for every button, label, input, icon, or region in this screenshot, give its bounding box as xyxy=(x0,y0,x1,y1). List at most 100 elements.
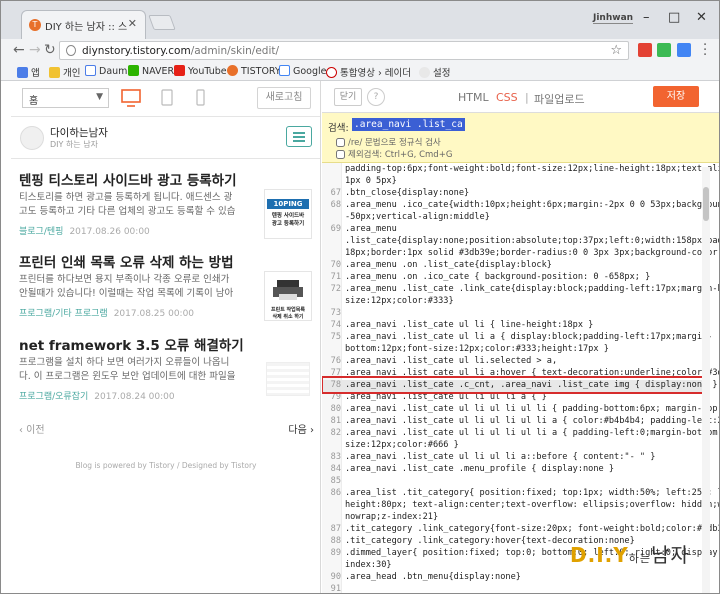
code-line[interactable]: 81 .area_navi .list_cate ul li ul li ul l… xyxy=(322,416,719,428)
code-line[interactable]: 18px;border:1px solid #3db39e;border-rad… xyxy=(322,248,719,260)
bookmark-radar[interactable]: 통합영상 › 레이더 xyxy=(326,65,411,79)
extension-icon[interactable] xyxy=(677,43,691,57)
post-title[interactable]: 텐핑 티스토리 사이드바 광고 등록하기 xyxy=(19,169,314,189)
mobile-view-icon[interactable] xyxy=(196,89,205,107)
code-line[interactable]: 84 .area_navi .list_cate .menu_profile { … xyxy=(322,464,702,476)
hamburger-menu-icon[interactable] xyxy=(286,126,312,147)
editor-scrollbar[interactable] xyxy=(702,167,710,593)
code-line[interactable]: 68 .area_menu .ico_cate{width:10px;height… xyxy=(322,200,719,212)
blog-title[interactable]: 다이하는남자 xyxy=(50,125,108,140)
code-line[interactable]: 73 xyxy=(322,308,702,320)
regex-checkbox[interactable] xyxy=(336,138,345,147)
code-line[interactable]: 82 .area_navi .list_cate ul li ul li ul l… xyxy=(322,428,719,440)
post-excerpt: 프로그램을 설치 하다 보면 여러가지 오류들이 나옵니다. 이 프로그램은 윈… xyxy=(19,357,236,382)
code-line[interactable]: 91 xyxy=(322,584,702,593)
code-line[interactable]: size:12px;color:#666 } xyxy=(322,440,702,452)
desktop-view-icon[interactable] xyxy=(121,89,141,107)
code-line[interactable]: -50px;vertical-align:middle} xyxy=(322,212,702,224)
code-line[interactable]: 85 xyxy=(322,476,702,488)
search-input[interactable]: .area_navi .list_ca xyxy=(352,118,465,131)
code-line[interactable]: 86 .area_list .tit_category{ position:fix… xyxy=(322,488,719,500)
next-link[interactable]: 다음 › xyxy=(288,421,314,436)
list-item[interactable]: 프린터 인쇄 목록 오류 삭제 하는 방법 프린터를 하다보면 용지 부족이나 … xyxy=(19,251,314,321)
line-number: 69 xyxy=(330,224,341,234)
bookmark-google[interactable]: Google xyxy=(279,65,327,77)
code-line[interactable]: 80 .area_navi .list_cate ul li ul li ul l… xyxy=(322,404,719,416)
tab-html[interactable]: HTML xyxy=(458,91,489,104)
bookmark-tistory[interactable]: TISTORY xyxy=(227,65,281,77)
regex-option[interactable]: /re/ 문법으로 정규식 검사 xyxy=(336,136,441,148)
code-line[interactable]: padding-top:6px;font-weight:bold;font-si… xyxy=(322,164,719,176)
code-line[interactable]: .list_cate{display:none;position:absolut… xyxy=(322,236,719,248)
close-editor-button[interactable]: 닫기 xyxy=(334,88,362,106)
code-line[interactable]: 76 .area_navi .list_cate ul li.selected >… xyxy=(322,356,702,368)
window-close-icon[interactable]: ✕ xyxy=(696,10,707,25)
save-button[interactable]: 저장 xyxy=(653,86,699,107)
minimize-icon[interactable]: – xyxy=(643,10,650,25)
profile-name[interactable]: Jinhwan xyxy=(593,13,634,24)
bookmark-apps[interactable]: 앱 xyxy=(17,65,40,79)
post-title[interactable]: net framework 3.5 오류 해결하기 xyxy=(19,334,314,354)
post-thumbnail[interactable] xyxy=(264,354,312,404)
css-code-editor[interactable]: padding-top:6px;font-weight:bold;font-si… xyxy=(322,163,719,593)
bookmark-youtube[interactable]: YouTube xyxy=(174,65,227,77)
code-line[interactable]: height:80px; text-align:center;text-over… xyxy=(322,500,719,512)
bookmark-folder[interactable]: 개인 xyxy=(49,65,80,79)
post-category[interactable]: 블로그/텐핑 xyxy=(19,227,63,237)
post-category[interactable]: 프로그램/오류잡기 xyxy=(19,392,88,402)
extension-icon[interactable] xyxy=(638,43,652,57)
new-tab-button[interactable] xyxy=(148,15,176,30)
code-line[interactable]: 87 .tit_category .link_category{font-size… xyxy=(322,524,719,536)
back-icon[interactable]: ← xyxy=(13,42,25,58)
line-number: 90 xyxy=(330,572,341,582)
printer-icon xyxy=(273,280,303,300)
bookmark-naver[interactable]: NAVER xyxy=(128,65,174,77)
code-line[interactable]: 75 .area_navi .list_cate ul li a { displa… xyxy=(322,332,713,344)
reload-icon[interactable]: ↻ xyxy=(44,42,56,58)
browser-tab[interactable]: T DIY 하는 남자 :: 스킨 편 ✕ xyxy=(21,10,146,39)
maximize-icon[interactable]: □ xyxy=(668,10,680,25)
post-thumbnail[interactable]: 10PING 텐핑 사이드바 광고 등록하기 xyxy=(264,189,312,239)
folder-icon xyxy=(49,67,60,78)
tab-close-icon[interactable]: ✕ xyxy=(128,17,137,30)
code-line[interactable]: 69 .area_menu xyxy=(322,224,702,236)
code-line[interactable]: nowrap;z-index:21} xyxy=(322,512,702,524)
line-number: 84 xyxy=(330,464,341,474)
post-category[interactable]: 프로그램/기타 프로그램 xyxy=(19,309,108,319)
code-line[interactable]: 1px 0 5px} xyxy=(322,176,702,188)
list-item[interactable]: net framework 3.5 오류 해결하기 프로그램을 설치 하다 보면… xyxy=(19,334,314,404)
code-text: bottom:12px;font-size:12px;color:#333;he… xyxy=(345,344,609,354)
extension-icon[interactable] xyxy=(657,43,671,57)
bookmark-star-icon[interactable]: ☆ xyxy=(610,43,622,58)
prev-link[interactable]: ‹ 이전 xyxy=(19,421,45,436)
page-select[interactable]: 홈 ▼ xyxy=(22,88,109,108)
line-number: 68 xyxy=(330,200,341,210)
code-line[interactable]: 70 .area_menu .on .list_cate{display:bloc… xyxy=(322,260,702,272)
code-line[interactable]: 67 .btn_close{display:none} xyxy=(322,188,702,200)
list-item[interactable]: 텐핑 티스토리 사이드바 광고 등록하기 티스토리를 하면 광고를 등록하게 됩… xyxy=(19,169,314,239)
scrollbar-thumb[interactable] xyxy=(703,187,709,221)
browser-menu-icon[interactable]: · · · xyxy=(703,39,707,62)
code-line[interactable]: 90 .area_head .btn_menu{display:none} xyxy=(322,572,702,584)
code-line[interactable]: 74 .area_navi .list_cate ul li { line-hei… xyxy=(322,320,702,332)
tab-file-upload[interactable]: 파일업로드 xyxy=(534,91,585,107)
code-line[interactable]: 72 .area_menu .list_cate .link_cate{displ… xyxy=(322,284,719,296)
code-line[interactable]: 83 .area_navi .list_cate ul li ul li a::b… xyxy=(322,452,702,464)
post-excerpt: 티스토리를 하면 광고를 등록하게 됩니다. 애드센스 광고도 등록하고 기타 … xyxy=(19,192,236,217)
exclude-checkbox[interactable] xyxy=(336,150,345,159)
post-title[interactable]: 프린터 인쇄 목록 오류 삭제 하는 방법 xyxy=(19,251,314,271)
forward-icon[interactable]: → xyxy=(29,42,41,58)
site-info-icon[interactable] xyxy=(66,45,76,56)
help-icon[interactable]: ? xyxy=(367,88,385,106)
tab-css[interactable]: CSS xyxy=(496,91,518,104)
tablet-view-icon[interactable] xyxy=(161,89,173,107)
bookmark-settings[interactable]: 설정 xyxy=(419,65,450,79)
refresh-button[interactable]: 새로고침 xyxy=(257,87,311,109)
code-line[interactable]: bottom:12px;font-size:12px;color:#333;he… xyxy=(322,344,702,356)
code-line[interactable]: size:12px;color:#333} xyxy=(322,296,702,308)
post-thumbnail[interactable]: 프린트 작업목록 삭제 취소 하기 xyxy=(264,271,312,321)
code-line[interactable]: 71 .area_menu .on .ico_cate { background-… xyxy=(322,272,702,284)
bookmark-daum[interactable]: Daum xyxy=(85,65,127,77)
url-field[interactable]: diynstory.tistory.com/admin/skin/edit/ ☆ xyxy=(59,41,629,60)
thumb-brand: 10PING xyxy=(267,199,309,209)
